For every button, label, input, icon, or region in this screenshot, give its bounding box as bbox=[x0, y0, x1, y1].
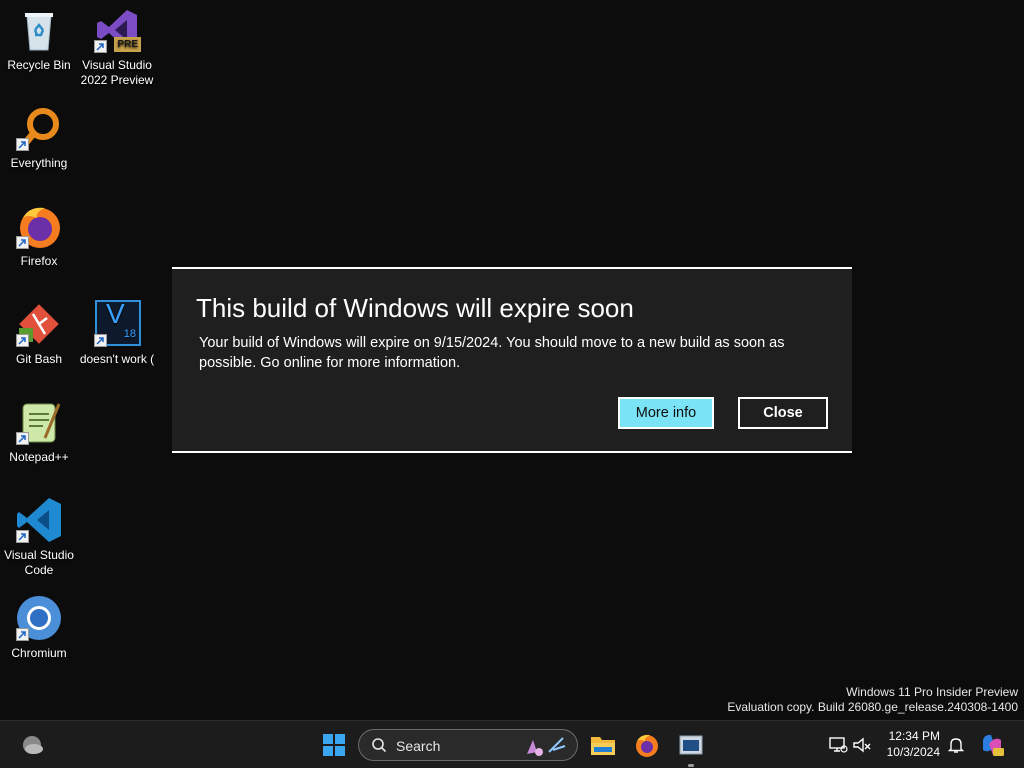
taskbar-search-box[interactable]: Search bbox=[358, 729, 578, 761]
shortcut-arrow-icon bbox=[94, 40, 107, 53]
desktop-icon-label: Notepad++ bbox=[9, 450, 69, 464]
search-highlight-icon bbox=[527, 737, 566, 756]
shortcut-arrow-icon bbox=[94, 334, 107, 347]
desktop-icon-label: Firefox bbox=[20, 254, 58, 268]
start-button[interactable] bbox=[318, 729, 350, 761]
close-button[interactable]: Close bbox=[738, 397, 828, 429]
desktop-icon-label: Chromium bbox=[11, 646, 67, 660]
windows-logo-icon bbox=[323, 734, 345, 756]
desktop-icon-label: doesn't work ( bbox=[79, 352, 155, 366]
more-info-button[interactable]: More info bbox=[618, 397, 714, 429]
evaluation-watermark: Windows 11 Pro Insider Preview Evaluatio… bbox=[727, 685, 1018, 715]
desktop-icon-label: Git Bash bbox=[15, 352, 63, 366]
copilot-icon bbox=[983, 734, 1004, 756]
clock-time: 12:34 PM bbox=[888, 729, 940, 743]
desktop-icon-label: Visual Studio 2022 Preview bbox=[80, 58, 154, 87]
dialog-title: This build of Windows will expire soon bbox=[196, 293, 634, 323]
firefox-icon bbox=[15, 202, 63, 250]
shortcut-arrow-icon bbox=[16, 236, 29, 249]
v18-letter: V bbox=[106, 298, 125, 329]
desktop-icon-label: Visual Studio Code bbox=[4, 548, 74, 577]
expiration-dialog: This build of Windows will expire soon Y… bbox=[172, 267, 852, 453]
git-bash-icon bbox=[15, 300, 63, 348]
watermark-edition: Windows 11 Pro Insider Preview bbox=[846, 685, 1018, 699]
visual-studio-preview-icon: PRE bbox=[93, 6, 141, 54]
tray-notifications[interactable] bbox=[940, 729, 972, 761]
everything-search-icon bbox=[15, 104, 63, 152]
chromium-icon bbox=[15, 594, 63, 642]
desktop-icon-everything[interactable]: Everything bbox=[0, 104, 78, 171]
taskbar-firefox[interactable] bbox=[631, 729, 663, 761]
weather-widget[interactable] bbox=[16, 729, 48, 761]
desktop-icon-git-bash[interactable]: Git Bash bbox=[0, 300, 78, 367]
weather-cloud-icon bbox=[23, 736, 43, 754]
active-app-indicator bbox=[688, 764, 694, 767]
dialog-message: Your build of Windows will expire on 9/1… bbox=[199, 335, 785, 371]
desktop-icon-visual-studio-preview[interactable]: PRE Visual Studio 2022 Preview bbox=[78, 6, 156, 88]
shortcut-arrow-icon bbox=[16, 138, 29, 151]
tray-copilot[interactable] bbox=[976, 729, 1008, 761]
search-placeholder: Search bbox=[396, 738, 441, 754]
tray-volume[interactable] bbox=[846, 729, 878, 761]
taskbar-clock[interactable]: 12:34 PM 10/3/2024 bbox=[887, 728, 940, 760]
desktop-icon-label: Recycle Bin bbox=[7, 58, 71, 72]
v18-number: 18 bbox=[123, 328, 136, 340]
pre-badge: PRE bbox=[114, 37, 141, 52]
volume-muted-icon bbox=[853, 737, 871, 753]
desktop-icon-recycle-bin[interactable]: Recycle Bin bbox=[0, 6, 78, 73]
desktop-icon-notepad-plus-plus[interactable]: Notepad++ bbox=[0, 398, 78, 465]
recycle-bin-icon bbox=[15, 6, 63, 54]
notepad-plus-plus-icon bbox=[15, 398, 63, 446]
desktop-icon-chromium[interactable]: Chromium bbox=[0, 594, 78, 661]
shortcut-arrow-icon bbox=[16, 432, 29, 445]
desktop: Recycle Bin PRE Visual Studio 2022 Previ… bbox=[0, 0, 1024, 720]
app-window-icon bbox=[679, 735, 703, 755]
taskbar-app-window[interactable] bbox=[675, 729, 707, 761]
taskbar-file-explorer[interactable] bbox=[587, 729, 619, 761]
shortcut-arrow-icon bbox=[16, 334, 29, 347]
desktop-icon-v18-app[interactable]: V 18 doesn't work ( bbox=[78, 300, 156, 367]
desktop-icon-label: Everything bbox=[10, 156, 68, 170]
vscode-icon bbox=[15, 496, 63, 544]
desktop-icon-firefox[interactable]: Firefox bbox=[0, 202, 78, 269]
watermark-build: Evaluation copy. Build 26080.ge_release.… bbox=[727, 700, 1018, 714]
search-icon bbox=[372, 738, 387, 753]
notification-bell-icon bbox=[947, 738, 965, 753]
desktop-icon-vscode[interactable]: Visual Studio Code bbox=[0, 496, 78, 578]
shortcut-arrow-icon bbox=[16, 530, 29, 543]
taskbar: Search 12:34 PM 10/3/2024 bbox=[0, 720, 1024, 768]
clock-date: 10/3/2024 bbox=[886, 745, 940, 759]
file-explorer-icon bbox=[591, 737, 615, 755]
shortcut-arrow-icon bbox=[16, 628, 29, 641]
v18-app-icon: V 18 bbox=[93, 300, 141, 348]
network-icon bbox=[829, 737, 848, 753]
firefox-icon bbox=[636, 734, 658, 757]
